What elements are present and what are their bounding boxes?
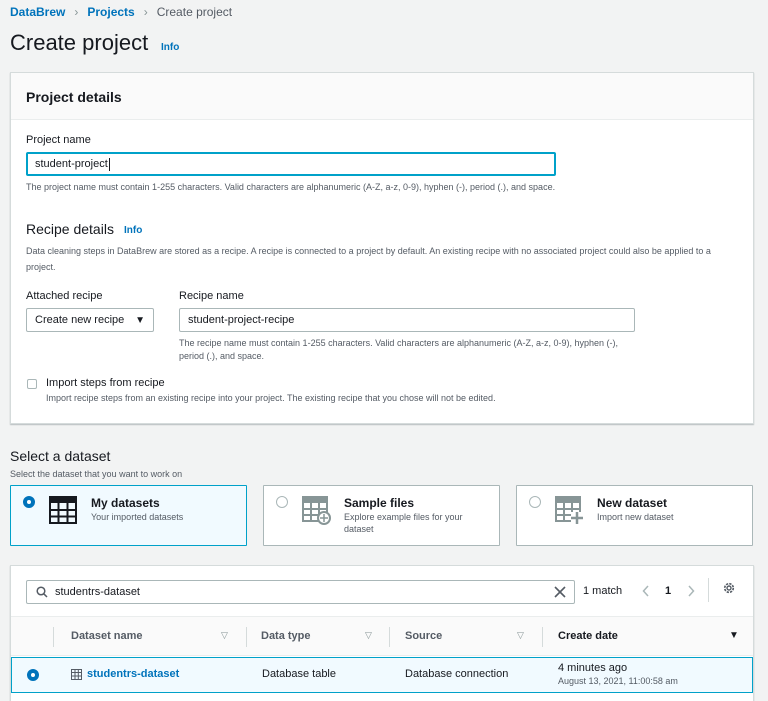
panel-header: Project details: [11, 73, 753, 120]
column-divider: [542, 627, 543, 647]
column-header-create-date[interactable]: Create date: [558, 630, 618, 642]
table-icon: [71, 669, 82, 680]
column-header-source[interactable]: Source: [405, 630, 442, 642]
sort-icon[interactable]: ▽: [517, 630, 524, 641]
import-steps-label[interactable]: Import steps from recipe: [46, 377, 165, 389]
gear-icon[interactable]: [722, 581, 736, 595]
my-datasets-desc: Your imported datasets: [91, 512, 184, 522]
table-icon: [49, 496, 77, 524]
dataset-subheading: Select the dataset that you want to work…: [10, 469, 183, 479]
recipe-name-hint: The recipe name must contain 1-255 chara…: [179, 338, 619, 361]
tile-sample-files[interactable]: Sample files Explore example files for y…: [263, 485, 500, 546]
tile-new-dataset[interactable]: New dataset Import new dataset: [516, 485, 753, 546]
my-datasets-title: My datasets: [91, 496, 160, 510]
source-cell: Database connection: [405, 668, 509, 680]
recipe-name-value: student-project-recipe: [188, 314, 295, 326]
breadcrumb-projects[interactable]: Projects: [87, 5, 134, 19]
dataset-heading: Select a dataset: [10, 448, 111, 464]
breadcrumb-current: Create project: [156, 5, 233, 19]
project-details-panel: Project details Project name student-pro…: [10, 72, 754, 424]
sample-files-desc: Explore example files for your dataset: [344, 512, 463, 534]
import-steps-hint: Import recipe steps from an existing rec…: [46, 393, 496, 403]
chevron-left-icon[interactable]: [642, 585, 650, 597]
create-date-relative: 4 minutes ago: [558, 662, 628, 674]
page-title: Create project: [10, 30, 149, 55]
data-type-cell: Database table: [262, 668, 336, 680]
column-header-data-type[interactable]: Data type: [261, 630, 311, 642]
sample-files-radio[interactable]: [276, 496, 288, 508]
sort-descending-icon[interactable]: ▼: [729, 630, 739, 641]
breadcrumb: DataBrew › Projects › Create project: [10, 5, 232, 19]
panel-title: Project details: [26, 89, 122, 105]
project-name-input[interactable]: student-project: [26, 152, 556, 176]
create-date-full: August 13, 2021, 11:00:58 am: [558, 676, 678, 686]
table-row[interactable]: studentrs-dataset Database table Databas…: [11, 657, 753, 693]
column-divider: [389, 627, 390, 647]
recipe-details-heading: Recipe details: [26, 221, 114, 237]
info-link[interactable]: Info: [161, 42, 179, 53]
recipe-name-label: Recipe name: [179, 290, 244, 302]
divider: [708, 578, 709, 602]
sample-files-title: Sample files: [344, 496, 415, 510]
clear-icon[interactable]: [554, 586, 566, 598]
attached-recipe-select[interactable]: Create new recipe ▼: [26, 308, 154, 332]
import-steps-checkbox[interactable]: [27, 379, 37, 389]
attached-recipe-value: Create new recipe: [35, 314, 125, 326]
chevron-right-icon: ›: [143, 5, 148, 19]
recipe-name-input[interactable]: student-project-recipe: [179, 308, 635, 332]
caret-down-icon: ▼: [135, 314, 145, 326]
my-datasets-radio[interactable]: [23, 496, 35, 508]
page-number[interactable]: 1: [665, 585, 671, 597]
column-divider: [246, 627, 247, 647]
new-dataset-radio[interactable]: [529, 496, 541, 508]
sort-icon[interactable]: ▽: [221, 630, 228, 641]
attached-recipe-label: Attached recipe: [26, 290, 103, 302]
dataset-search-input[interactable]: studentrs-dataset: [26, 580, 575, 604]
search-icon: [36, 586, 48, 598]
dataset-search-value: studentrs-dataset: [55, 586, 140, 598]
new-dataset-desc: Import new dataset: [597, 512, 674, 522]
match-count: 1 match: [583, 585, 623, 597]
table-add-icon: [555, 496, 583, 524]
chevron-right-icon[interactable]: [687, 585, 695, 597]
tile-my-datasets[interactable]: My datasets Your imported datasets: [10, 485, 247, 546]
recipe-description: Data cleaning steps in DataBrew are stor…: [26, 246, 711, 272]
table-search-icon: [302, 496, 331, 525]
sort-icon[interactable]: ▽: [365, 630, 372, 641]
column-header-dataset-name[interactable]: Dataset name: [71, 630, 143, 642]
recipe-info-link[interactable]: Info: [124, 225, 142, 236]
dataset-name-link[interactable]: studentrs-dataset: [87, 668, 179, 680]
project-name-value: student-project: [35, 158, 108, 170]
new-dataset-title: New dataset: [597, 496, 668, 510]
table-header: Dataset name ▽ Data type ▽ Source ▽ Crea…: [11, 616, 753, 656]
dataset-table-panel: studentrs-dataset 1 match 1 Dataset name…: [10, 565, 754, 701]
project-name-label: Project name: [26, 134, 91, 146]
column-divider: [53, 627, 54, 647]
project-name-hint: The project name must contain 1-255 char…: [26, 182, 556, 192]
row-select-radio[interactable]: [27, 669, 39, 681]
chevron-right-icon: ›: [74, 5, 79, 19]
text-caret: [108, 157, 110, 171]
breadcrumb-databrew[interactable]: DataBrew: [10, 5, 65, 19]
